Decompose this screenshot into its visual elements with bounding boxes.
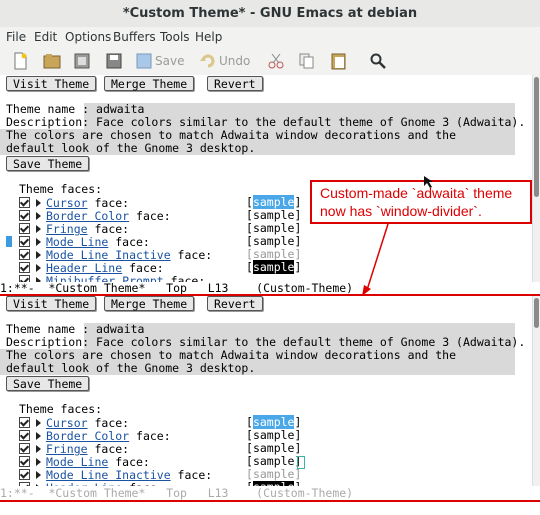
annotation-arrow bbox=[362, 176, 433, 296]
